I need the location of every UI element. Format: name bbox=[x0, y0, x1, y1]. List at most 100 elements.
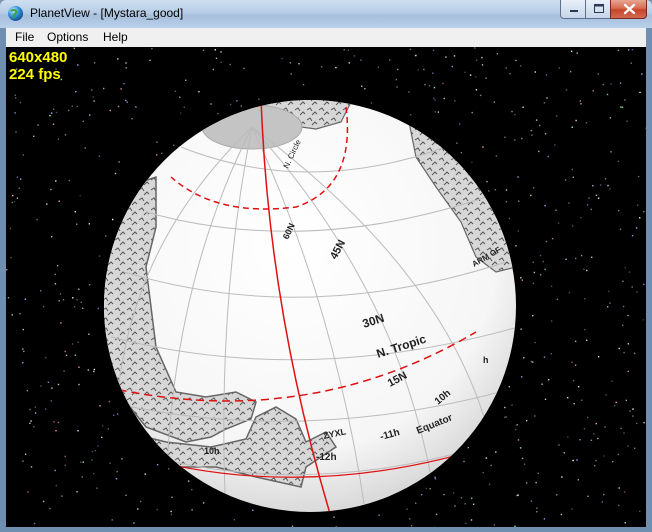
star bbox=[481, 64, 484, 66]
star bbox=[643, 421, 645, 424]
star bbox=[630, 62, 632, 64]
star bbox=[485, 77, 487, 79]
star bbox=[93, 100, 95, 102]
star bbox=[16, 176, 19, 178]
planet-scene[interactable]: N. Circle 60N 45N 30N N. Tropic 15N Equa… bbox=[6, 47, 646, 527]
star bbox=[168, 468, 170, 470]
star bbox=[97, 445, 99, 447]
star bbox=[116, 413, 119, 415]
star bbox=[493, 524, 496, 526]
star bbox=[94, 450, 97, 452]
star bbox=[58, 300, 60, 302]
star bbox=[587, 416, 589, 419]
star bbox=[179, 112, 182, 114]
star bbox=[93, 368, 96, 371]
star bbox=[537, 472, 539, 474]
star bbox=[60, 78, 62, 81]
star bbox=[610, 151, 612, 153]
star bbox=[415, 502, 417, 504]
star bbox=[258, 98, 260, 100]
star bbox=[479, 94, 482, 97]
star bbox=[170, 510, 172, 513]
star bbox=[464, 71, 466, 74]
star bbox=[526, 420, 528, 422]
star bbox=[645, 127, 646, 129]
star bbox=[170, 513, 173, 516]
star bbox=[97, 307, 99, 310]
maximize-icon bbox=[594, 4, 604, 13]
star bbox=[98, 155, 100, 157]
star bbox=[73, 47, 75, 50]
star bbox=[82, 461, 84, 463]
star bbox=[580, 254, 583, 257]
star bbox=[643, 283, 645, 285]
star bbox=[151, 47, 153, 50]
star bbox=[625, 399, 627, 402]
star bbox=[620, 427, 622, 430]
star bbox=[604, 178, 607, 180]
star bbox=[627, 314, 629, 317]
star bbox=[595, 459, 597, 462]
star bbox=[98, 255, 101, 257]
star bbox=[594, 465, 596, 467]
star bbox=[353, 55, 356, 57]
star bbox=[11, 201, 14, 204]
planet-viewport[interactable]: N. Circle 60N 45N 30N N. Tropic 15N Equa… bbox=[6, 47, 646, 527]
star bbox=[607, 184, 609, 187]
star bbox=[36, 219, 38, 221]
star bbox=[347, 49, 350, 51]
star bbox=[109, 462, 111, 464]
star bbox=[593, 433, 595, 435]
star bbox=[290, 73, 292, 75]
star bbox=[197, 91, 200, 93]
star bbox=[617, 453, 619, 456]
star bbox=[583, 428, 586, 430]
star bbox=[71, 105, 73, 107]
star bbox=[420, 494, 423, 496]
star bbox=[632, 408, 634, 410]
fps-readout: 224 fps bbox=[9, 66, 61, 83]
title-bar[interactable]: PlanetView - [Mystara_good] bbox=[0, 0, 652, 28]
star bbox=[488, 483, 491, 486]
star bbox=[156, 141, 158, 143]
menu-file[interactable]: File bbox=[15, 30, 34, 44]
maximize-button[interactable] bbox=[585, 0, 611, 19]
star bbox=[50, 400, 52, 402]
minimize-button[interactable] bbox=[560, 0, 586, 19]
star bbox=[623, 432, 625, 434]
star bbox=[281, 57, 283, 60]
star bbox=[187, 480, 190, 482]
star bbox=[627, 370, 629, 373]
star bbox=[212, 68, 214, 71]
star bbox=[530, 500, 533, 502]
star bbox=[545, 240, 548, 243]
star bbox=[14, 94, 16, 96]
star bbox=[16, 197, 19, 199]
star bbox=[576, 459, 578, 461]
star bbox=[610, 83, 612, 85]
star bbox=[544, 133, 547, 135]
star bbox=[57, 421, 60, 424]
star bbox=[233, 519, 236, 521]
star bbox=[456, 142, 458, 144]
star bbox=[459, 123, 461, 125]
star bbox=[494, 189, 497, 191]
star bbox=[68, 109, 70, 112]
star bbox=[236, 100, 238, 102]
star bbox=[55, 484, 57, 487]
star bbox=[302, 84, 305, 86]
star bbox=[584, 328, 586, 331]
star bbox=[495, 451, 497, 453]
star bbox=[602, 83, 604, 86]
close-button[interactable] bbox=[610, 0, 647, 19]
star bbox=[532, 361, 534, 363]
star bbox=[543, 102, 546, 104]
star bbox=[191, 488, 193, 491]
star bbox=[19, 101, 22, 104]
menu-help[interactable]: Help bbox=[103, 30, 128, 44]
menu-options[interactable]: Options bbox=[47, 30, 88, 44]
star bbox=[572, 380, 575, 382]
star bbox=[517, 176, 519, 178]
star bbox=[639, 217, 641, 219]
star bbox=[76, 491, 78, 493]
